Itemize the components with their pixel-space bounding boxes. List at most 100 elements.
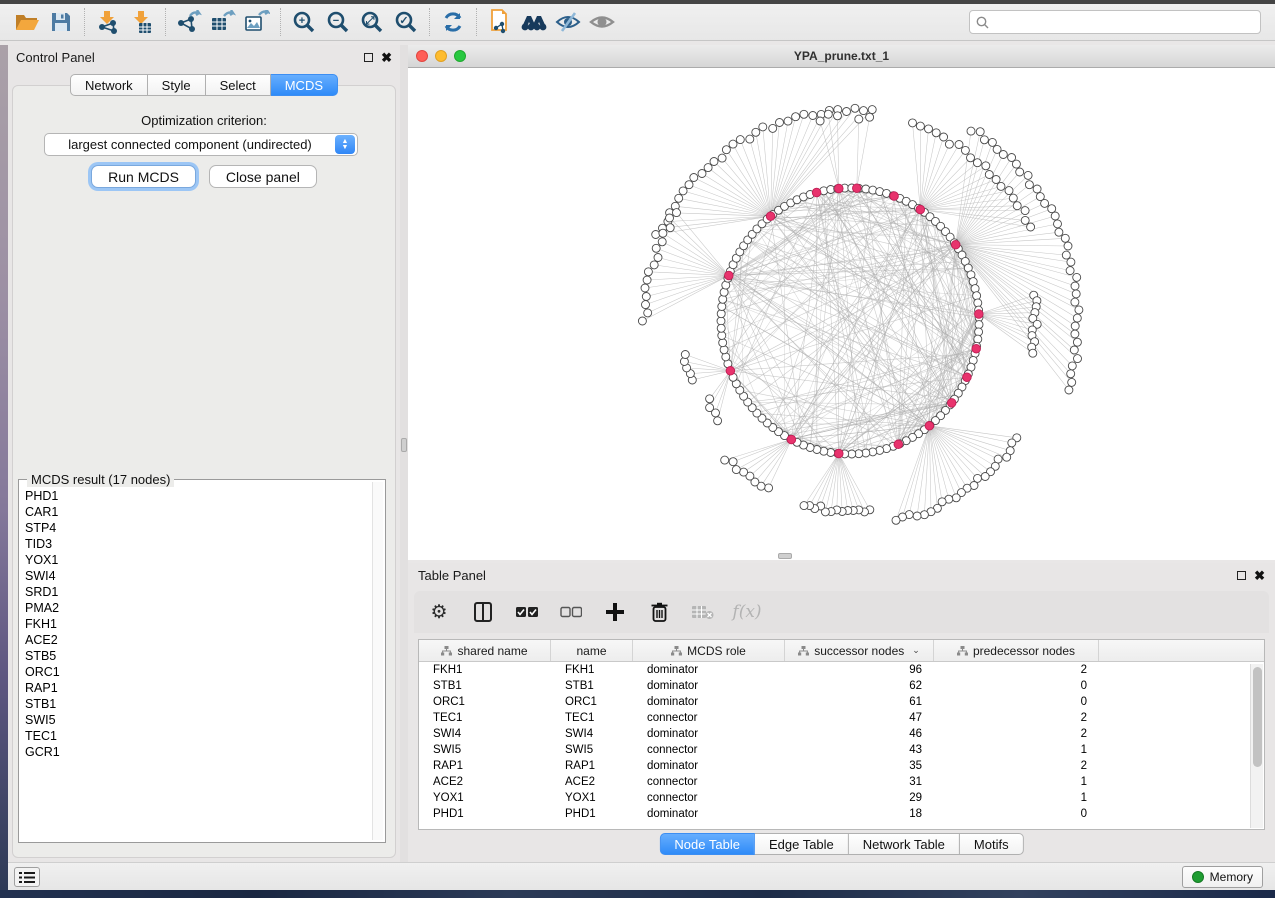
cell-shared_name: SWI4 <box>419 728 551 740</box>
cell-mcds_role: connector <box>633 712 785 724</box>
control-panel-close-icon[interactable]: ✖ <box>381 53 392 62</box>
show-details-icon[interactable] <box>585 7 619 37</box>
zoom-fit-icon[interactable]: ⤢ <box>355 7 389 37</box>
toolbar-separator <box>476 8 477 36</box>
zoom-traffic-icon[interactable] <box>454 50 466 62</box>
mcds-result-item[interactable]: STB5 <box>25 648 369 664</box>
tab-network-table[interactable]: Network Table <box>849 833 960 855</box>
hide-details-icon[interactable] <box>551 7 585 37</box>
mcds-result-item[interactable]: PHD1 <box>25 488 369 504</box>
svg-text:+: + <box>299 15 305 27</box>
table-row[interactable]: ACE2ACE2connector311 <box>419 774 1264 790</box>
tab-network[interactable]: Network <box>70 74 148 96</box>
table-scrollbar[interactable] <box>1250 664 1263 828</box>
column-header-name[interactable]: name <box>551 640 633 661</box>
import-network-icon[interactable] <box>91 7 125 37</box>
tab-motifs[interactable]: Motifs <box>960 833 1024 855</box>
tab-node-table[interactable]: Node Table <box>659 833 755 855</box>
vertical-splitter-handle[interactable] <box>401 438 407 452</box>
node-table[interactable]: shared namenameMCDS rolesuccessor nodes⌄… <box>418 639 1265 830</box>
search-input[interactable] <box>994 15 1254 29</box>
tab-edge-table[interactable]: Edge Table <box>755 833 849 855</box>
cell-successors: 46 <box>785 728 934 740</box>
import-table-icon[interactable] <box>125 7 159 37</box>
tab-style[interactable]: Style <box>148 74 206 96</box>
mcds-result-item[interactable]: SWI5 <box>25 712 369 728</box>
tab-select[interactable]: Select <box>206 74 271 96</box>
mcds-result-list[interactable]: PHD1CAR1STP4TID3YOX1SWI4SRD1PMA2FKH1ACE2… <box>25 488 369 838</box>
zoom-in-icon[interactable]: + <box>287 7 321 37</box>
column-type-icon <box>441 646 452 656</box>
select-all-icon[interactable] <box>514 599 540 625</box>
zoom-out-icon[interactable]: − <box>321 7 355 37</box>
network-canvas[interactable] <box>408 68 1275 560</box>
clone-network-icon[interactable] <box>483 7 517 37</box>
desktop-wallpaper-left <box>0 45 8 890</box>
mcds-result-item[interactable]: RAP1 <box>25 680 369 696</box>
delete-icon[interactable] <box>646 599 672 625</box>
cell-mcds_role: dominator <box>633 728 785 740</box>
close-panel-button[interactable]: Close panel <box>209 165 317 188</box>
horizontal-splitter-handle[interactable] <box>778 553 792 559</box>
mcds-result-item[interactable]: ACE2 <box>25 632 369 648</box>
table-row[interactable]: ORC1ORC1dominator610 <box>419 694 1264 710</box>
table-row[interactable]: YOX1YOX1connector291 <box>419 790 1264 806</box>
deselect-all-icon[interactable] <box>558 599 584 625</box>
column-header-MCDS-role[interactable]: MCDS role <box>633 640 785 661</box>
column-header-predecessor-nodes[interactable]: predecessor nodes <box>934 640 1099 661</box>
mcds-result-scrollbar[interactable] <box>372 482 383 840</box>
mcds-result-item[interactable]: STB1 <box>25 696 369 712</box>
mcds-result-item[interactable]: YOX1 <box>25 552 369 568</box>
cell-shared_name: SWI5 <box>419 744 551 756</box>
table-row[interactable]: TEC1TEC1connector472 <box>419 710 1264 726</box>
mcds-result-item[interactable]: TEC1 <box>25 728 369 744</box>
save-icon[interactable] <box>44 7 78 37</box>
export-table-icon[interactable] <box>206 7 240 37</box>
table-row[interactable]: SWI4SWI4dominator462 <box>419 726 1264 742</box>
mcds-result-item[interactable]: PMA2 <box>25 600 369 616</box>
memory-button[interactable]: Memory <box>1182 866 1263 888</box>
open-folder-icon[interactable] <box>10 7 44 37</box>
cell-predecessors: 1 <box>934 744 1099 756</box>
mcds-result-item[interactable]: GCR1 <box>25 744 369 760</box>
close-traffic-icon[interactable] <box>416 50 428 62</box>
refresh-icon[interactable] <box>436 7 470 37</box>
table-row[interactable]: PHD1PHD1dominator180 <box>419 806 1264 822</box>
tab-mcds[interactable]: MCDS <box>271 74 338 96</box>
table-panel-float-icon[interactable] <box>1237 571 1246 580</box>
gear-icon[interactable]: ⚙ <box>426 599 452 625</box>
column-header-successor-nodes[interactable]: successor nodes⌄ <box>785 640 934 661</box>
columns-icon[interactable] <box>470 599 496 625</box>
table-row[interactable]: STB1STB1dominator620 <box>419 678 1264 694</box>
column-header-shared-name[interactable]: shared name <box>419 640 551 661</box>
criterion-select[interactable]: largest connected component (undirected)… <box>44 133 358 156</box>
mcds-result-item[interactable]: ORC1 <box>25 664 369 680</box>
mcds-result-item[interactable]: CAR1 <box>25 504 369 520</box>
export-image-icon[interactable] <box>240 7 274 37</box>
minimize-traffic-icon[interactable] <box>435 50 447 62</box>
mcds-result-item[interactable]: STP4 <box>25 520 369 536</box>
mcds-result-item[interactable]: TID3 <box>25 536 369 552</box>
task-history-button[interactable] <box>14 867 40 887</box>
mcds-result-item[interactable]: SRD1 <box>25 584 369 600</box>
table-row[interactable]: RAP1RAP1dominator352 <box>419 758 1264 774</box>
network-graph[interactable] <box>408 68 1275 560</box>
mcds-result-item[interactable]: SWI4 <box>25 568 369 584</box>
search-box[interactable] <box>969 10 1261 34</box>
table-row[interactable]: SWI5SWI5connector431 <box>419 742 1264 758</box>
add-icon[interactable] <box>602 599 628 625</box>
column-header-empty <box>1099 640 1264 661</box>
cell-name: PHD1 <box>551 808 633 820</box>
table-panel-close-icon[interactable]: ✖ <box>1254 571 1265 580</box>
vertical-splitter[interactable] <box>400 45 408 862</box>
mcds-result-item[interactable]: FKH1 <box>25 616 369 632</box>
table-scrollbar-thumb[interactable] <box>1253 667 1262 767</box>
criterion-select-value: largest connected component (undirected) <box>45 137 335 152</box>
export-network-icon[interactable] <box>172 7 206 37</box>
run-mcds-button[interactable]: Run MCDS <box>91 165 196 188</box>
search-network-icon[interactable] <box>517 7 551 37</box>
control-panel-float-icon[interactable] <box>364 53 373 62</box>
network-window-titlebar[interactable]: YPA_prune.txt_1 <box>408 45 1275 68</box>
zoom-selected-icon[interactable]: ✓ <box>389 7 423 37</box>
table-row[interactable]: FKH1FKH1dominator962 <box>419 662 1264 678</box>
